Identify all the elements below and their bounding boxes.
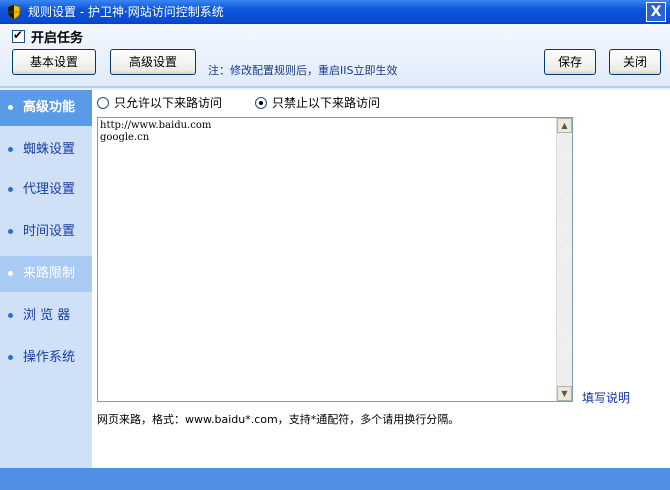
- sidebar-item-label: 高级功能: [23, 100, 76, 115]
- sidebar: 高级功能 蜘蛛设置 代理设置 时间设置 来路限制 浏 览 器 操作系统: [0, 90, 92, 468]
- help-link[interactable]: 填写说明: [582, 389, 630, 406]
- format-hint: 网页来路，格式：www.baidu*.com，支持*通配符，多个请用换行分隔。: [97, 413, 460, 426]
- title-bar: 规则设置 - 护卫神·网站访问控制系统 X: [0, 0, 670, 24]
- textarea-scrollbar[interactable]: ▲ ▼: [556, 118, 572, 401]
- scroll-down-icon[interactable]: ▼: [557, 386, 572, 401]
- sidebar-item-label: 操作系统: [23, 350, 76, 365]
- enable-task-checkbox[interactable]: ✔ 开启任务: [12, 27, 84, 46]
- checkbox-box[interactable]: ✔: [12, 27, 25, 43]
- bullet-icon: [8, 105, 13, 110]
- allow-only-label: 只允许以下来路访问: [114, 96, 223, 110]
- referrer-list-text[interactable]: http://www.baidu.com google.cn: [100, 120, 211, 144]
- radio-allow[interactable]: [97, 96, 109, 109]
- sidebar-item-os[interactable]: 操作系统: [0, 340, 92, 376]
- toolbar: ✔ 开启任务 基本设置 高级设置 注：修改配置规则后，重启IIS立即生效 保存 …: [0, 24, 670, 88]
- bullet-icon: [8, 313, 13, 318]
- sidebar-item-advanced[interactable]: 高级功能: [0, 90, 92, 126]
- sidebar-item-label: 蜘蛛设置: [23, 142, 76, 157]
- shield-icon: [7, 4, 21, 20]
- checkmark-icon: ✔: [13, 27, 24, 42]
- bullet-icon: [8, 229, 13, 234]
- deny-only-radio[interactable]: 只禁止以下来路访问: [255, 94, 380, 111]
- sidebar-item-label: 代理设置: [23, 182, 76, 197]
- sidebar-item-label: 浏 览 器: [23, 308, 71, 323]
- bullet-icon: [8, 187, 13, 192]
- basic-settings-button[interactable]: 基本设置: [12, 49, 96, 75]
- restart-iis-note: 注：修改配置规则后，重启IIS立即生效: [208, 64, 398, 77]
- advanced-settings-button[interactable]: 高级设置: [110, 49, 196, 75]
- main-panel: 只允许以下来路访问 只禁止以下来路访问 http://www.baidu.com…: [92, 90, 670, 468]
- radio-deny[interactable]: [255, 96, 267, 109]
- close-button[interactable]: 关闭: [609, 49, 661, 75]
- sidebar-item-browser[interactable]: 浏 览 器: [0, 298, 92, 334]
- deny-only-label: 只禁止以下来路访问: [272, 96, 381, 110]
- bullet-icon: [8, 147, 13, 152]
- sidebar-item-spider[interactable]: 蜘蛛设置: [0, 132, 92, 168]
- sidebar-item-time[interactable]: 时间设置: [0, 214, 92, 250]
- sidebar-item-proxy[interactable]: 代理设置: [0, 172, 92, 208]
- status-bar: [0, 468, 670, 490]
- referrer-textarea[interactable]: http://www.baidu.com google.cn ▲ ▼: [97, 117, 573, 402]
- enable-task-label: 开启任务: [31, 30, 84, 46]
- window-close-button[interactable]: X: [646, 2, 666, 22]
- allow-only-radio[interactable]: 只允许以下来路访问: [97, 94, 222, 111]
- save-button[interactable]: 保存: [544, 49, 596, 75]
- sidebar-item-label: 时间设置: [23, 224, 76, 239]
- sidebar-item-referrer[interactable]: 来路限制: [0, 256, 92, 292]
- bullet-icon: [8, 271, 13, 276]
- rule-settings-window: 规则设置 - 护卫神·网站访问控制系统 X ✔ 开启任务 基本设置 高级设置 注…: [0, 0, 670, 490]
- scroll-up-icon[interactable]: ▲: [557, 118, 572, 133]
- bullet-icon: [8, 355, 13, 360]
- window-title: 规则设置 - 护卫神·网站访问控制系统: [28, 5, 224, 19]
- sidebar-item-label: 来路限制: [23, 266, 76, 281]
